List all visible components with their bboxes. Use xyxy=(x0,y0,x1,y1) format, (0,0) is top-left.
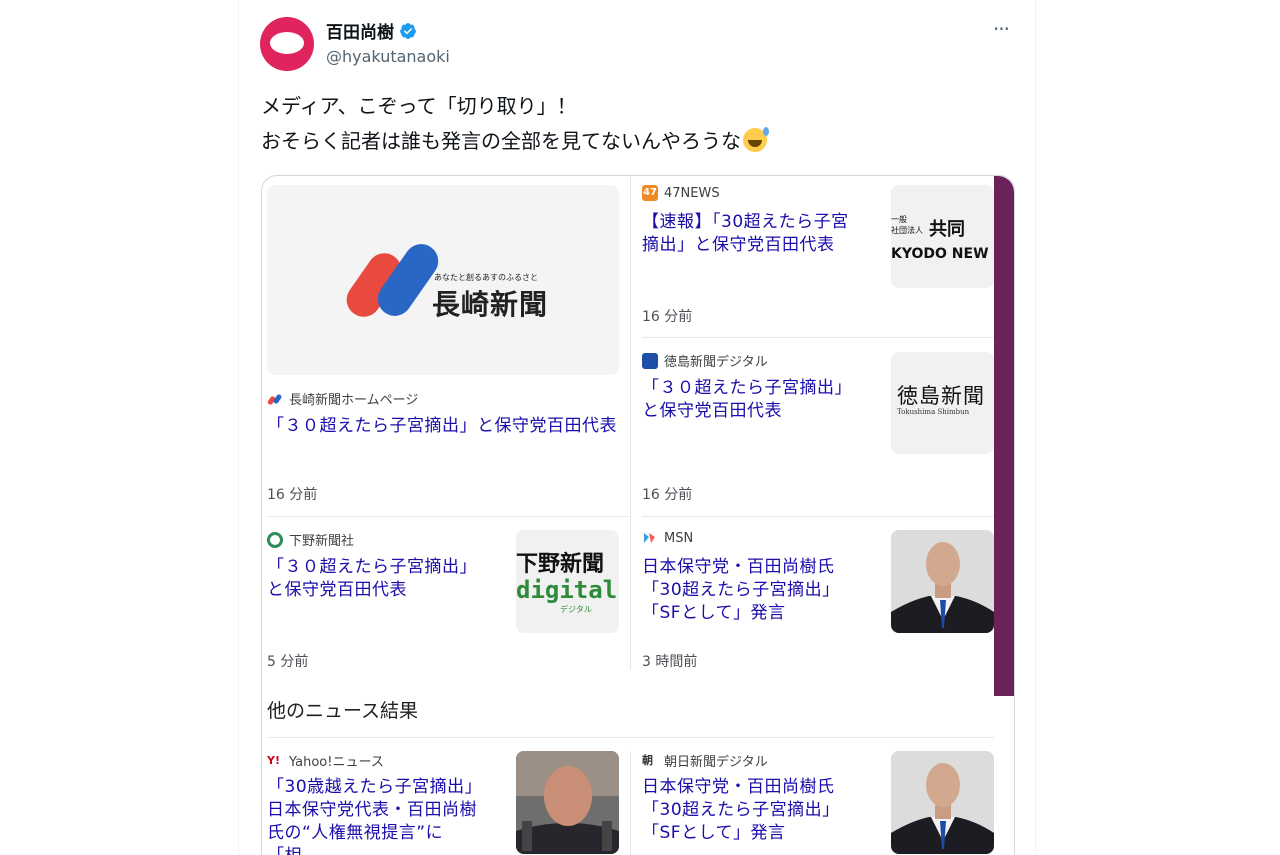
shimotsuke-thumbnail: 下野新聞 digital デジタル xyxy=(516,530,619,633)
timeline-border-right xyxy=(1035,0,1036,854)
news-source-name: Yahoo!ニュース xyxy=(289,755,384,770)
grid-divider xyxy=(642,337,994,338)
grid-divider xyxy=(642,516,994,517)
shimotsuke-thumb-digital: digital xyxy=(516,576,618,604)
news-source: 長崎新聞ホームページ xyxy=(267,389,418,408)
more-options-icon[interactable]: ··· xyxy=(988,18,1014,40)
news-time: 16 分前 xyxy=(642,309,693,325)
author-handle[interactable]: @hyakutanaoki xyxy=(326,47,450,66)
nagasaki-tagline: あなたと創るあすのふるさと xyxy=(434,273,538,282)
kyodo-thumb-big: 共同 xyxy=(929,219,965,240)
more-news-heading: 他のニュース結果 xyxy=(267,700,419,722)
shimotsuke-thumb-sub: デジタル xyxy=(560,605,592,614)
news-headline[interactable]: 「３０超えたら子宮摘出」と保守党百田代表 xyxy=(267,556,489,602)
news-headline[interactable]: 日本保守党・百田尚樹氏「30超えたら子宮摘出」「SFとして」発言 xyxy=(642,556,852,625)
news-time: 5 分前 xyxy=(267,654,309,670)
news-time: 16 分前 xyxy=(642,487,693,503)
author-name[interactable]: 百田尚樹 xyxy=(326,18,394,43)
msn-favicon-icon xyxy=(644,533,655,543)
news-source-name: 朝日新聞デジタル xyxy=(664,755,768,770)
author-name-row[interactable]: 百田尚樹 xyxy=(326,18,417,43)
grid-divider xyxy=(267,516,629,517)
news-source-name: 47NEWS xyxy=(664,185,720,201)
grid-divider xyxy=(267,737,994,738)
news-source-name: 長崎新聞ホームページ xyxy=(289,393,419,408)
kyodo-thumb-en: KYODO NEW xyxy=(891,246,989,262)
tokushima-thumbnail: 徳島新聞 Tokushima Shimbun xyxy=(891,352,994,454)
news-source: 朝 朝日新聞デジタル xyxy=(642,751,768,771)
avatar-logo xyxy=(270,32,304,54)
nagasaki-logo-text: 長崎新聞 xyxy=(432,288,549,321)
tokushima-thumb-en: Tokushima Shimbun xyxy=(897,408,970,416)
grinning-sweat-emoji-icon xyxy=(743,127,769,152)
asahi-favicon-icon: 朝 xyxy=(642,753,653,767)
news-headline[interactable]: 「３０超えたら子宮摘出」と保守党百田代表 xyxy=(267,415,617,438)
attached-image[interactable]: あなたと創るあすのふるさと 長崎新聞 長崎新聞ホームページ 「３０超えたら子宮摘… xyxy=(261,175,1015,855)
verified-badge-icon xyxy=(400,22,416,39)
shimotsuke-thumb-text: 下野新聞 xyxy=(516,552,605,577)
portrait-photo xyxy=(891,530,994,633)
news-time: 3 時間前 xyxy=(642,654,698,670)
kyodo-thumb-small1: 一般 xyxy=(891,215,907,224)
tweet-text-line-2-text: おそらく記者は誰も発言の全部を見てないんやろうな xyxy=(261,129,741,153)
news-headline[interactable]: 「３０超えたら子宮摘出」と保守党百田代表 xyxy=(642,377,862,423)
news-source: 47 47NEWS xyxy=(642,185,720,201)
kyodo-thumb-small2: 社団法人 xyxy=(891,226,923,235)
tweet-text-line-2: おそらく記者は誰も発言の全部を見てないんやろうな xyxy=(261,126,769,156)
yahoo-photo-thumbnail xyxy=(516,751,619,854)
yahoo-favicon-icon: Y! xyxy=(267,753,280,767)
shimotsuke-favicon-icon xyxy=(267,531,283,548)
news-source: 下野新聞社 xyxy=(267,530,354,549)
news-source-name: 徳島新聞デジタル xyxy=(664,355,768,370)
news-source-name: MSN xyxy=(664,530,694,546)
asahi-portrait-thumbnail xyxy=(891,751,994,854)
tokushima-favicon-icon xyxy=(642,352,658,369)
tweet-text-line-1: メディア、こぞって「切り取り」！ xyxy=(261,94,577,118)
news-source: 徳島新聞デジタル xyxy=(642,351,768,370)
scrollbar-edge xyxy=(992,176,1014,696)
avatar[interactable] xyxy=(260,17,314,71)
grid-divider xyxy=(630,751,631,855)
tokushima-thumb-text: 徳島新聞 xyxy=(897,384,985,408)
news-time: 16 分前 xyxy=(267,487,318,503)
nagasaki-logo-image: あなたと創るあすのふるさと 長崎新聞 xyxy=(267,185,619,375)
timeline-border-left xyxy=(238,0,239,854)
47news-favicon-icon: 47 xyxy=(642,185,658,201)
news-headline[interactable]: 日本保守党・百田尚樹氏「30超えたら子宮摘出」「SFとして」発言 xyxy=(642,776,852,845)
msn-portrait-thumbnail xyxy=(891,530,994,633)
news-headline[interactable]: 【速報】「30超えたら子宮摘出」と保守党百田代表 xyxy=(642,211,862,257)
news-source: Y! Yahoo!ニュース xyxy=(267,751,384,771)
portrait-photo xyxy=(891,751,994,854)
news-source: MSN xyxy=(642,530,693,546)
grid-divider xyxy=(630,176,631,670)
news-headline[interactable]: 「30歳越えたら子宮摘出」日本保守党代表・百田尚樹氏の“人権無視提言”に「相… xyxy=(267,776,492,855)
nagasaki-favicon-icon xyxy=(267,393,282,405)
news-source-name: 下野新聞社 xyxy=(289,534,355,549)
kyodo-thumbnail: 一般 社団法人 共同 KYODO NEW xyxy=(891,185,994,288)
press-conference-photo xyxy=(516,751,619,854)
